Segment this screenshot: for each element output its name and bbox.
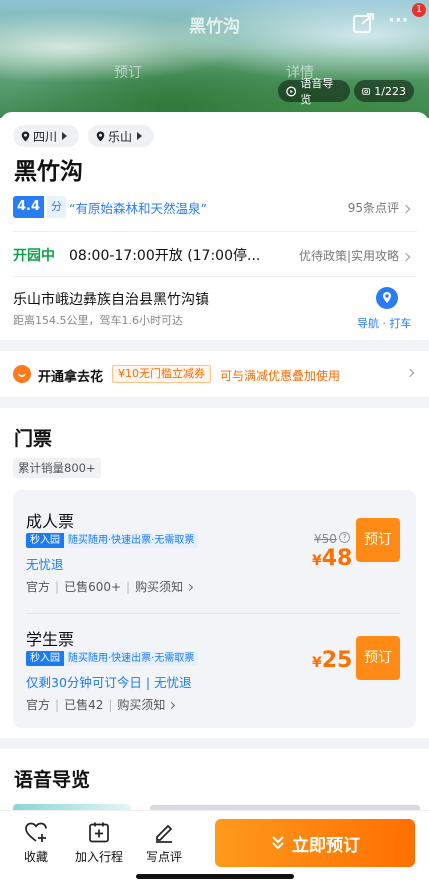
chevron-right-icon — [405, 368, 415, 378]
attraction-info-card: 四川 乐山 黑竹沟 4.4 分 “有原始森林和天然温泉” 95条点评 开园中 0… — [0, 112, 429, 340]
divider — [13, 231, 417, 232]
promo-coupon: ¥10无门槛立减券 — [112, 365, 211, 383]
add-to-trip-label: 加入行程 — [74, 850, 123, 864]
divider — [13, 276, 417, 277]
photo-counter: 1/223 — [374, 84, 406, 98]
review-count-link[interactable]: 95条点评 — [347, 199, 411, 216]
write-review-label: 写点评 — [145, 850, 182, 864]
favorite-label: 收藏 — [23, 850, 48, 864]
book-student-ticket-button[interactable]: 预订 — [356, 636, 400, 680]
distance-text: 距离154.5公里，驾车1.6小时可达 — [13, 314, 183, 327]
favorite-button[interactable]: 收藏 — [22, 821, 50, 865]
open-status: 开园中 — [13, 248, 55, 264]
ticket-adult[interactable]: 成人票 秒入园 随买随用·快速出票·无需取票 无忧退 官方 | 已售600+ | 购买须… — [26, 508, 400, 598]
promo-title: 开通拿去花 — [38, 370, 104, 385]
province-label: 四川 — [33, 129, 58, 144]
booking-deadline-note: 仅剩30分钟可订今日 | 无忧退 — [26, 675, 192, 690]
caret-right-icon — [62, 132, 68, 140]
chevron-right-icon — [401, 252, 411, 261]
instant-entry-badge: 秒入园 — [26, 651, 64, 666]
ticket-list: 成人票 秒入园 随买随用·快速出票·无需取票 无忧退 官方 | 已售600+ | 购买须… — [13, 490, 416, 728]
refund-note: 无忧退 — [26, 557, 64, 572]
ticket-meta: 官方 | 已售42 | 购买须知 — [26, 696, 176, 713]
address-text: 乐山市峨边彝族自治县黑竹沟镇 — [13, 292, 209, 308]
divider — [26, 613, 400, 614]
purchase-notes-link[interactable]: 购买须知 — [117, 698, 165, 712]
hero-tab-book[interactable]: 预订 — [114, 62, 142, 82]
share-icon[interactable] — [352, 12, 376, 34]
tickets-section-title: 门票 — [14, 428, 53, 450]
province-chip[interactable]: 四川 — [13, 125, 79, 147]
rating-score: 4.4 — [13, 196, 45, 218]
ticket-price: ¥25 — [312, 648, 353, 673]
review-count: 95条点评 — [347, 201, 399, 215]
ticket-meta: 官方 | 已售600+ | 购买须知 — [26, 578, 194, 595]
ticket-name: 学生票 — [26, 630, 75, 649]
ticket-features-badge: 随买随用·快速出票·无需取票 — [64, 651, 199, 666]
ticket-source: 官方 — [26, 580, 51, 594]
audio-icon — [286, 86, 297, 96]
more-icon[interactable]: ··· — [388, 12, 414, 34]
ticket-badges: 秒入园 随买随用·快速出票·无需取票 — [26, 651, 199, 666]
notification-badge: 1 — [412, 3, 426, 17]
ticket-name: 成人票 — [26, 512, 75, 531]
city-chip[interactable]: 乐山 — [88, 125, 154, 147]
ticket-source: 官方 — [26, 698, 51, 712]
ticket-price: ¥48 — [312, 546, 353, 571]
pencil-icon — [156, 824, 173, 843]
sales-count-tag: 累计销量800+ — [13, 458, 101, 478]
rating-row[interactable]: 4.4 分 “有原始森林和天然温泉” 95条点评 — [13, 196, 417, 218]
review-highlight: “有原始森林和天然温泉” — [69, 201, 207, 216]
city-label: 乐山 — [108, 129, 133, 144]
ticket-sold: 已售42 — [64, 698, 104, 712]
promo-note: 可与满减优惠叠加使用 — [220, 369, 341, 383]
policy-links-label: 优待政策|实用攻略 — [298, 249, 399, 263]
heart-plus-icon — [25, 822, 47, 842]
book-now-button[interactable]: 立即预订 — [215, 819, 415, 867]
location-pin-icon — [21, 131, 30, 141]
instant-entry-badge: 秒入园 — [26, 533, 64, 548]
navigation-icon[interactable] — [376, 287, 398, 309]
ticket-features-badge: 随买随用·快速出票·无需取票 — [64, 533, 199, 548]
attraction-title: 黑竹沟 — [14, 159, 83, 185]
app-page: 黑竹沟 预订 详情 ··· 1 语音导览 1/223 四川 乐山 黑竹沟 4.4… — [0, 0, 429, 893]
payment-promo-banner[interactable]: 开通拿去花 ¥10无门槛立减券 可与满减优惠叠加使用 — [0, 351, 429, 397]
photo-counter-pill[interactable]: 1/223 — [354, 80, 414, 102]
audio-guide-label: 语音导览 — [300, 77, 334, 106]
double-chevron-down-icon — [272, 836, 284, 850]
question-icon[interactable]: ? — [339, 532, 350, 543]
add-to-trip-button[interactable]: 加入行程 — [73, 821, 125, 865]
home-indicator — [136, 874, 294, 879]
policy-links[interactable]: 优待政策|实用攻略 — [298, 247, 411, 264]
chevron-right-icon — [401, 204, 411, 213]
calendar-plus-icon — [89, 822, 109, 843]
rating-unit: 分 — [47, 196, 66, 218]
chevron-right-icon — [168, 701, 176, 710]
ticket-badges: 秒入园 随买随用·快速出票·无需取票 — [26, 533, 199, 548]
photo-icon — [362, 87, 371, 95]
ticket-sold: 已售600+ — [64, 580, 122, 594]
caret-right-icon — [137, 132, 143, 140]
chevron-right-icon — [186, 583, 194, 592]
opening-hours: 08:00-17:00开放 (17:00停... — [69, 248, 261, 264]
opening-hours-row[interactable]: 开园中 08:00-17:00开放 (17:00停... 优待政策|实用攻略 — [13, 244, 417, 266]
location-pin-icon — [96, 131, 105, 141]
huabei-logo-icon — [13, 365, 31, 383]
bottom-action-bar: 收藏 加入行程 写点评 立即预订 — [0, 810, 429, 893]
tickets-section: 门票 累计销量800+ 成人票 秒入园 随买随用·快速出票·无需取票 无忧退 官… — [0, 408, 429, 738]
hero-image[interactable]: 黑竹沟 预订 详情 ··· 1 语音导览 1/223 — [0, 0, 429, 118]
purchase-notes-link[interactable]: 购买须知 — [135, 580, 183, 594]
original-price: ¥50 — [314, 532, 337, 546]
audio-section-title: 语音导览 — [14, 769, 91, 791]
navigation-label[interactable]: 导航 · 打车 — [357, 315, 412, 331]
book-adult-ticket-button[interactable]: 预订 — [356, 518, 400, 562]
write-review-button[interactable]: 写点评 — [144, 821, 184, 865]
audio-guide-pill[interactable]: 语音导览 — [278, 77, 350, 106]
book-now-label: 立即预订 — [292, 835, 360, 856]
address-row[interactable]: 乐山市峨边彝族自治县黑竹沟镇 距离154.5公里，驾车1.6小时可达 导航 · … — [13, 287, 417, 331]
ticket-student[interactable]: 学生票 秒入园 随买随用·快速出票·无需取票 仅剩30分钟可订今日 | 无忧退 … — [26, 626, 400, 718]
